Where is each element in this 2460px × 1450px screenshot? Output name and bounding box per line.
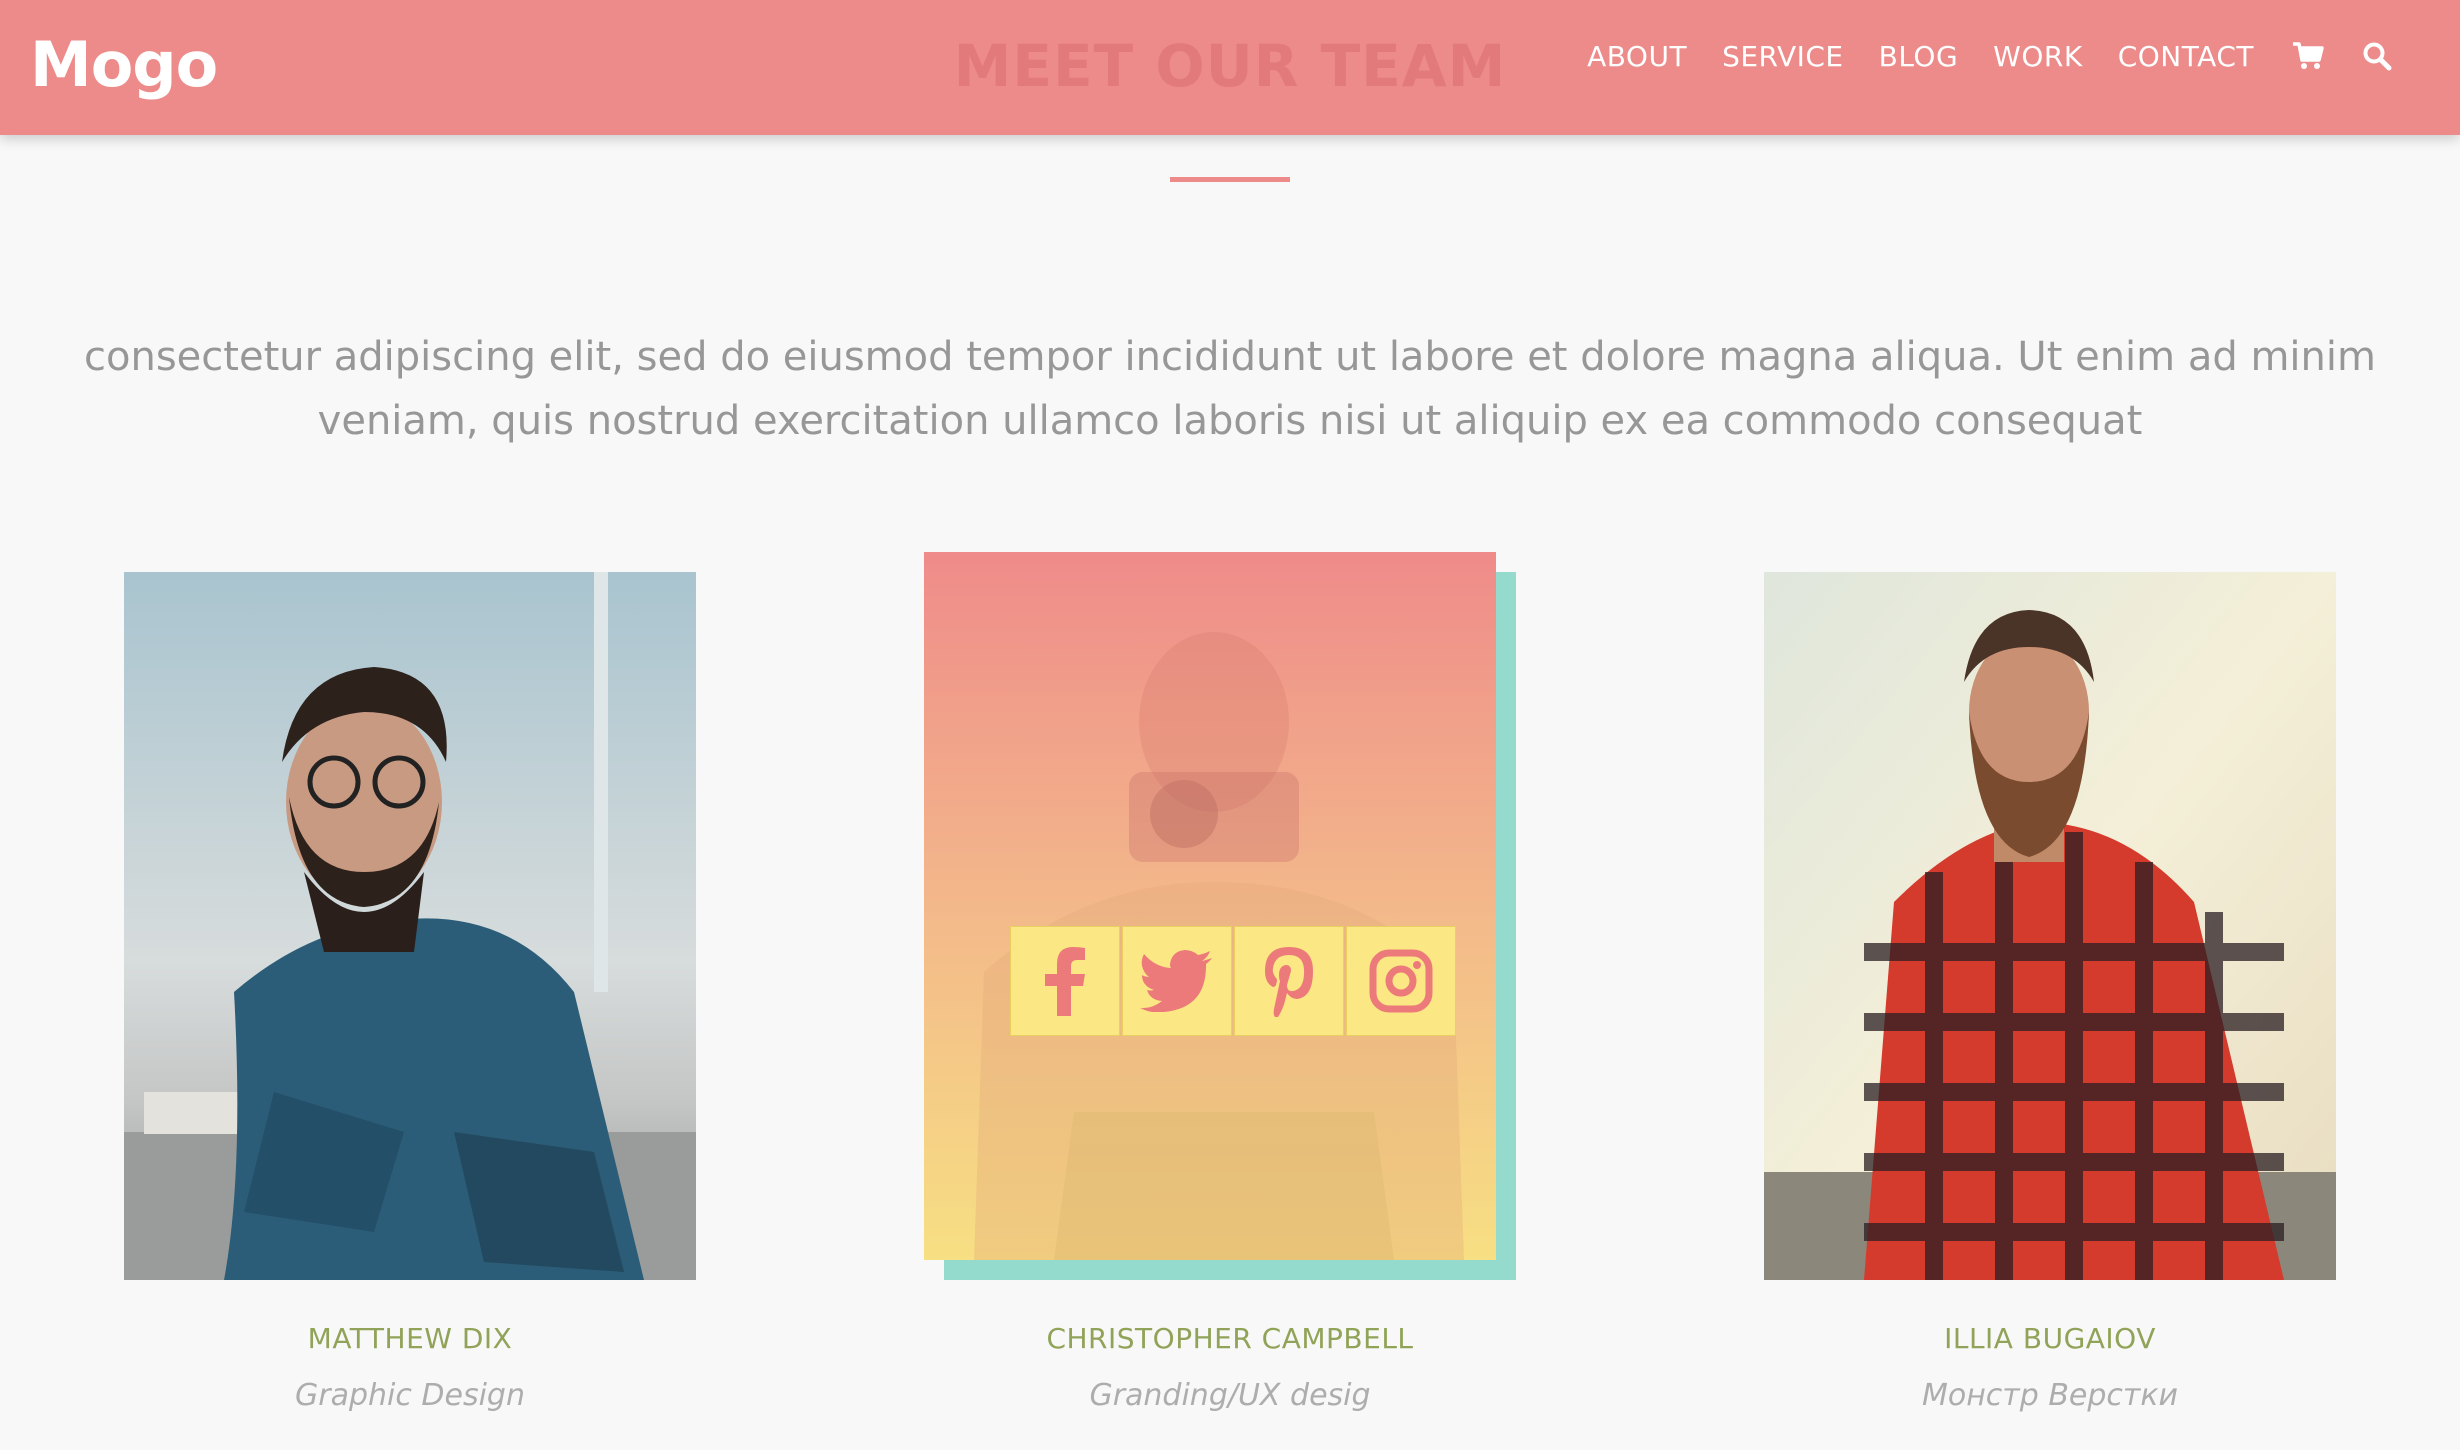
member-role: Graphic Design [295, 1378, 525, 1413]
site-header: Mogo MEET OUR TEAM ABOUT SERVICE BLOG WO… [0, 0, 2460, 135]
member-photo-christopher[interactable] [924, 552, 1496, 1260]
member-name: CHRISTOPHER CAMPBELL [1046, 1322, 1414, 1355]
nav-service[interactable]: SERVICE [1722, 40, 1844, 73]
search-icon[interactable] [2362, 41, 2392, 71]
title-divider [1170, 177, 1290, 182]
member-photo-illia[interactable] [1764, 572, 2336, 1280]
member-role: Granding/UX desig [1089, 1378, 1371, 1413]
nav-work[interactable]: WORK [1993, 40, 2083, 73]
member-role: Монстр Верстки [1921, 1378, 2179, 1413]
nav-contact[interactable]: CONTACT [2118, 40, 2254, 73]
cart-icon[interactable] [2292, 42, 2324, 70]
facebook-icon[interactable] [1010, 926, 1120, 1036]
nav-blog[interactable]: BLOG [1879, 40, 1959, 73]
pinterest-icon[interactable] [1234, 926, 1344, 1036]
main-nav: ABOUT SERVICE BLOG WORK CONTACT [1552, 36, 2392, 76]
member-name: ILLIA BUGAIOV [1944, 1322, 2156, 1355]
instagram-icon[interactable] [1346, 926, 1456, 1036]
social-links [1010, 926, 1458, 1036]
twitter-icon[interactable] [1122, 926, 1232, 1036]
intro-text: consectetur adipiscing elit, sed do eius… [84, 334, 2376, 444]
member-photo-matthew[interactable] [124, 572, 696, 1280]
nav-about[interactable]: ABOUT [1587, 40, 1687, 73]
member-name: MATTHEW DIX [307, 1322, 513, 1355]
